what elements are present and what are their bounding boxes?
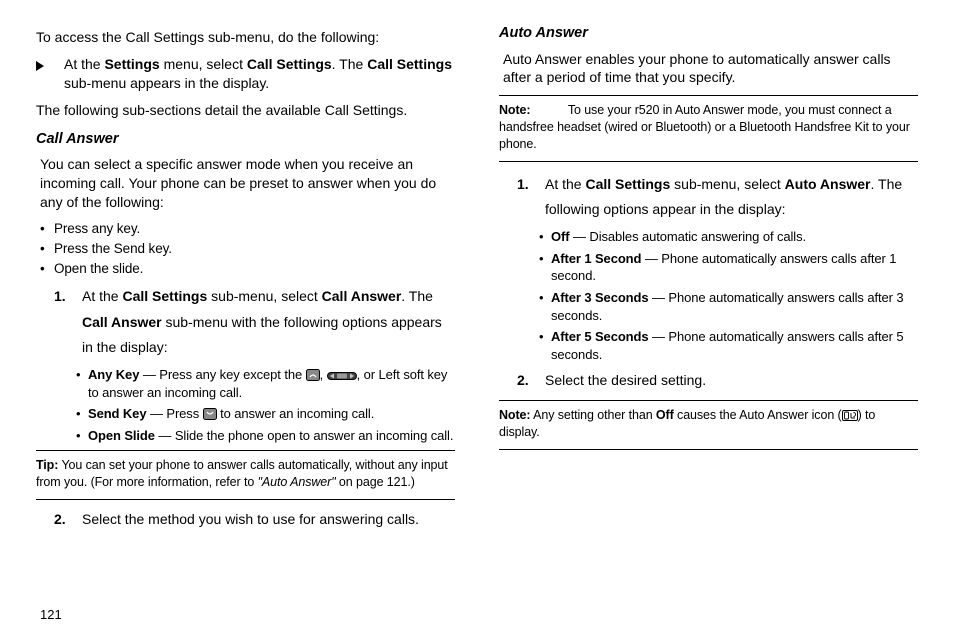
option-off: Off — Disables automatic answering of ca…	[499, 228, 918, 246]
bold: Auto Answer	[785, 176, 871, 192]
text: — Disables automatic answering of calls.	[569, 229, 806, 244]
two-column-layout: To access the Call Settings sub-menu, do…	[36, 24, 918, 535]
text: Select the method you wish to use for an…	[82, 511, 419, 527]
divider	[36, 499, 455, 500]
left-column: To access the Call Settings sub-menu, do…	[36, 24, 455, 535]
divider	[499, 95, 918, 96]
list-item: Press any key.	[36, 220, 455, 238]
option-1s: After 1 Second — Phone automatically ans…	[499, 250, 918, 285]
access-step: At the Settings menu, select Call Settin…	[36, 55, 455, 93]
intro-text: To access the Call Settings sub-menu, do…	[36, 28, 455, 47]
divider	[36, 450, 455, 451]
bold: Off	[551, 229, 569, 244]
text: — Press	[146, 406, 202, 421]
manual-page: To access the Call Settings sub-menu, do…	[0, 0, 954, 636]
numbered-step-2: 2. Select the method you wish to use for…	[36, 510, 455, 529]
step-number: 2.	[54, 510, 66, 529]
text: At the	[64, 56, 104, 72]
text: menu, select	[160, 56, 247, 72]
tip-note: Tip: You can set your phone to answer ca…	[36, 455, 455, 493]
volume-key-icon	[327, 371, 357, 381]
step-number: 2.	[517, 371, 529, 390]
bold: Call Answer	[322, 288, 402, 304]
triangle-icon	[36, 57, 44, 76]
list-item: Press the Send key.	[36, 240, 455, 258]
text: At the	[82, 288, 122, 304]
numbered-step-1: 1. At the Call Settings sub-menu, select…	[499, 172, 918, 222]
auto-answer-heading: Auto Answer	[499, 24, 918, 44]
send-key-icon	[203, 408, 217, 420]
note-icon: Note: Any setting other than Off causes …	[499, 405, 918, 443]
text: to answer an incoming call.	[217, 406, 375, 421]
bold: Any Key	[88, 367, 139, 382]
auto-answer-desc: Auto Answer enables your phone to automa…	[499, 50, 918, 88]
divider	[499, 449, 918, 450]
option-any-key: Any Key — Press any key except the , , o…	[36, 366, 455, 401]
bold: After 5 Seconds	[551, 329, 648, 344]
bold: Send Key	[88, 406, 146, 421]
text: on page 121.)	[336, 475, 415, 489]
text: Select the desired setting.	[545, 372, 706, 388]
text: sub-menu, select	[207, 288, 321, 304]
text: Any setting other than	[533, 408, 656, 422]
text: . The	[332, 56, 368, 72]
tip-label: Tip:	[36, 458, 58, 472]
step-number: 1.	[54, 284, 66, 309]
end-key-icon	[306, 369, 320, 381]
bold: Open Slide	[88, 428, 155, 443]
text: — Press any key except the	[139, 367, 305, 382]
bold: Call Settings	[367, 56, 452, 72]
list-item: Open the slide.	[36, 260, 455, 278]
text: causes the Auto Answer icon (	[674, 408, 842, 422]
step-number: 1.	[517, 172, 529, 197]
numbered-step-2: 2. Select the desired setting.	[499, 371, 918, 390]
option-5s: After 5 Seconds — Phone automatically an…	[499, 328, 918, 363]
bold: Call Settings	[585, 176, 670, 192]
text: sub-menu appears in the display.	[64, 75, 269, 91]
bold: Call Answer	[82, 314, 162, 330]
bold: Off	[656, 408, 674, 422]
divider	[499, 400, 918, 401]
text: sub-menu, select	[670, 176, 784, 192]
option-3s: After 3 Seconds — Phone automatically an…	[499, 289, 918, 324]
bold: Settings	[104, 56, 159, 72]
right-column: Auto Answer Auto Answer enables your pho…	[499, 24, 918, 535]
option-open-slide: Open Slide — Slide the phone open to ans…	[36, 427, 455, 445]
note-handsfree: Note: To use your r520 in Auto Answer mo…	[499, 100, 918, 155]
call-answer-heading: Call Answer	[36, 130, 455, 150]
divider	[499, 161, 918, 162]
bold: After 3 Seconds	[551, 290, 648, 305]
italic-ref: "Auto Answer"	[258, 475, 336, 489]
follow-text: The following sub-sections detail the av…	[36, 101, 455, 120]
text: — Slide the phone open to answer an inco…	[155, 428, 453, 443]
text: At the	[545, 176, 585, 192]
note-label: Note:	[499, 103, 530, 117]
call-answer-desc: You can select a specific answer mode wh…	[36, 155, 455, 212]
text: ,	[320, 367, 327, 382]
note-label: Note:	[499, 408, 530, 422]
option-send-key: Send Key — Press to answer an incoming c…	[36, 405, 455, 423]
bold: Call Settings	[247, 56, 332, 72]
page-number: 121	[40, 607, 62, 622]
auto-answer-icon	[842, 410, 858, 421]
bold: Call Settings	[122, 288, 207, 304]
numbered-step-1: 1. At the Call Settings sub-menu, select…	[36, 284, 455, 360]
text: . The	[401, 288, 433, 304]
bold: After 1 Second	[551, 251, 641, 266]
note-body: To use your r520 in Auto Answer mode, yo…	[499, 103, 910, 151]
